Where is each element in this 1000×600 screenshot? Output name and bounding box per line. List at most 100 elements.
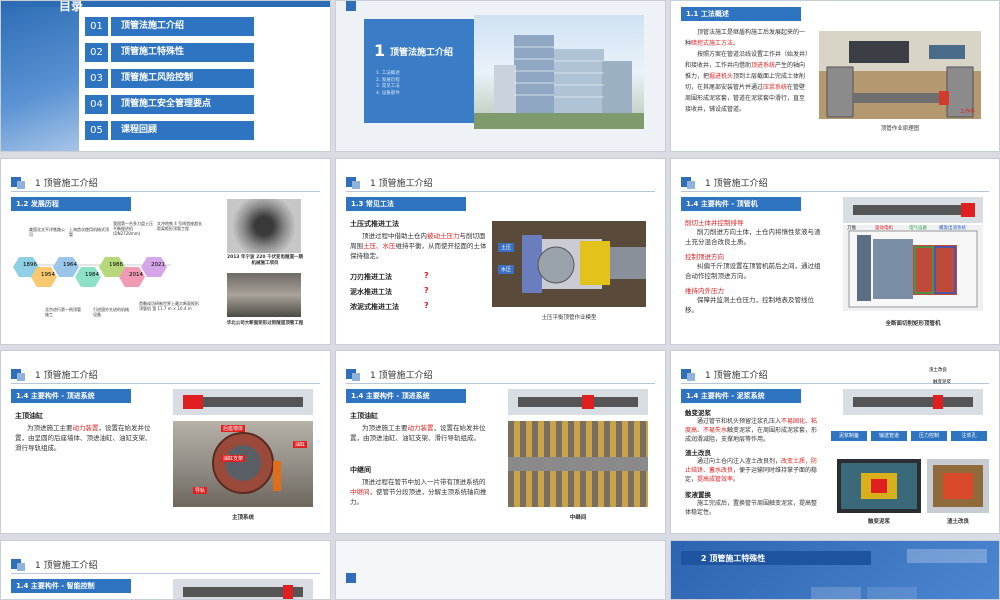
slide-jacking-2[interactable]: 1 顶管施工介绍 1.4 主要构件 - 顶进系统 主顶油缸 为顶进施工主要动力装… — [335, 350, 666, 534]
header-line — [11, 191, 320, 192]
mud-t3: 施工完成后，置换管节周围触变泥浆，提高整体稳定性。 — [685, 500, 818, 516]
section-title-box: 1 顶管法施工介绍 1. 工法概述 2. 发展历程 3. 常见工法 4. 设备部… — [364, 19, 474, 123]
mud-top-label-2: 触变泥浆 — [933, 380, 951, 385]
header-line — [346, 191, 655, 192]
method-1-text: 顶进过程中借助土仓内被动土压力与削切面周围土压、水压维持平衡，从而使开挖面的土体… — [350, 232, 487, 260]
toc-item-5[interactable]: 05 课程回顾 — [85, 121, 254, 140]
slide-jacking-1[interactable]: 1 顶管施工介绍 1.4 主要构件 - 顶进系统 主顶油缸 为顶进施工主要动力装… — [0, 350, 331, 534]
smart-top-view — [173, 579, 313, 599]
slide-machine[interactable]: 1 顶管施工介绍 1.4 主要构件 - 顶管机 削切土体并控制排导 削刀削进方向… — [670, 158, 1000, 345]
mud-photo-1 — [837, 459, 921, 513]
tag-jacking-2: 1.4 主要构件 - 顶进系统 — [346, 389, 466, 403]
label-oil: 油缸 — [293, 441, 308, 448]
contents-subtitle: CONTENTS — [127, 0, 184, 8]
toc-item-1[interactable]: 01 顶管法施工介绍 — [85, 17, 254, 36]
label-well: 工作井 — [959, 109, 975, 115]
methods-caption: 土压平衡顶管作业模型 — [541, 315, 597, 321]
method-1-title: 土压式推进工法 — [350, 220, 399, 228]
overview-text: 顶管法施工是继盾构施工后发展起来的一种暗挖式施工方法。 — [685, 29, 806, 47]
jacking-photo: 后座墙体 油缸支架 油缸 导轨 — [173, 421, 313, 507]
corner-square — [346, 573, 356, 583]
btn-grout-hole[interactable]: 注浆孔 — [951, 431, 987, 441]
year-2021: 2021 — [151, 262, 165, 268]
tag-smart: 1.4 主要构件 - 智能控制 — [11, 579, 131, 593]
header-line — [11, 573, 320, 574]
jacking-caption: 主顶系统 — [231, 515, 254, 521]
slide-section-1[interactable]: 1 顶管法施工介绍 1. 工法概述 2. 发展历程 3. 常见工法 4. 设备部… — [335, 0, 666, 152]
method-3-question: ? — [424, 286, 429, 295]
history-note-7: 首颗成功研制世界上最大断面矩形顶管机 宽 11.7 m × 10.4 m — [139, 301, 199, 311]
history-caption-2: 华北公司大断面矩形过街隧道顶管工程 — [226, 321, 304, 326]
method-3-title: 泥水推进工法 — [350, 288, 392, 296]
tunnel-photo-2 — [227, 273, 301, 317]
tag-jacking: 1.4 主要构件 - 顶进系统 — [11, 389, 131, 403]
toc-item-2[interactable]: 02 顶管施工特殊性 — [85, 43, 254, 62]
mud-caption-1: 触变泥浆 — [867, 519, 890, 525]
slide-methods[interactable]: 1 顶管施工介绍 1.3 常见工法 土压式推进工法 顶进过程中借助土仓内被动土压… — [335, 158, 666, 345]
section2-panel-2 — [867, 587, 917, 599]
intermediate-station-text: 顶进过程在管节中加入一片带有顶进系统的中继间，使管节分段顶进，分解主顶系统轴向推… — [350, 478, 487, 506]
header: 1 顶管施工介绍 — [11, 365, 98, 383]
header: 1 顶管施工介绍 — [346, 365, 433, 383]
year-1896: 1896 — [23, 262, 37, 268]
building-photo — [474, 15, 644, 129]
header: 1 顶管施工介绍 — [681, 173, 768, 191]
mud-caption-2: 渣土改良 — [946, 519, 969, 525]
header-line — [681, 191, 989, 192]
machine-t3: 保障并监测土仓压力，控制地表及管线位移。 — [685, 296, 814, 314]
year-1954: 1954 — [41, 272, 55, 278]
building-illustration — [474, 35, 644, 129]
tag-overview: 1.1 工法概述 — [681, 7, 801, 21]
slide-smart-control[interactable]: 1 顶管施工介绍 1.4 主要构件 - 智能控制 — [0, 540, 331, 600]
slide-overview[interactable]: 1.1 工法概述 顶管法施工是继盾构施工后发展起来的一种暗挖式施工方法。 按照方… — [670, 0, 1000, 152]
slide-contents[interactable]: 目录 CONTENTS 01 顶管法施工介绍 02 顶管施工特殊性 03 顶管施工风险… — [0, 0, 331, 152]
jacking2-heading: 主顶油缸 — [350, 412, 378, 420]
label-back-wall: 后座墙体 — [221, 425, 246, 432]
label-drive-motor: 驱动电机 — [875, 226, 893, 231]
overview-diagram: 工作井 — [819, 31, 981, 119]
mud-top-label-1: 渣土改良 — [929, 368, 947, 373]
btn-pipe[interactable]: 输送管道 — [871, 431, 907, 441]
tag-history: 1.2 发展历程 — [11, 197, 131, 211]
section-subitems: 1. 工法概述 2. 发展历程 3. 常见工法 4. 设备部件 — [376, 71, 400, 96]
section-title: 顶管法施工介绍 — [390, 48, 454, 58]
mud-top-view — [843, 389, 983, 415]
slide-mud-system[interactable]: 1 顶管施工介绍 1.4 主要构件 - 泥浆系统 触变泥浆 通过管节和机头预留注… — [670, 350, 1000, 534]
overview-text-2: 按照方案在管道沿线设置工作井（始发井）和接收井，工作井内借助顶进系统产生的轴向推… — [685, 51, 809, 113]
tbm-illustration: 刀盘 驱动电机 电气设备 螺旋出渣系统 — [843, 225, 983, 311]
tag-mud: 1.4 主要构件 - 泥浆系统 — [681, 389, 801, 403]
jacking-top-view — [173, 389, 313, 415]
tag-methods: 1.3 常见工法 — [346, 197, 466, 211]
label-screw-conveyor: 螺旋出渣系统 — [939, 226, 966, 231]
corner-square — [346, 1, 356, 11]
jacking2-caption: 中继间 — [569, 515, 587, 521]
section2-panel-1 — [811, 587, 861, 599]
intermediate-station-heading: 中继间 — [350, 466, 371, 474]
contents-title: 目录 — [59, 0, 84, 13]
epb-model-illustration: 土压 水压 — [492, 221, 646, 307]
toc-item-3[interactable]: 03 顶管施工风险控制 — [85, 69, 254, 88]
toc-item-4[interactable]: 04 顶管施工安全管理要点 — [85, 95, 254, 114]
slide-section-2[interactable]: 2 顶管施工特殊性 — [670, 540, 1000, 600]
jacking2-top-view — [508, 389, 648, 415]
method-4-title: 浓泥式推进工法 — [350, 303, 399, 311]
history-note-2: 上海首次使用机械式顶管 — [69, 227, 109, 237]
slide-partial-blank[interactable] — [335, 540, 666, 600]
contents-left-panel — [1, 1, 79, 151]
year-1988: 1988 — [109, 262, 123, 268]
label-cylinder-bracket: 油缸支架 — [221, 455, 246, 462]
label-soil-pressure: 土压 — [498, 243, 515, 252]
tag-machine: 1.4 主要构件 - 顶管机 — [681, 197, 801, 211]
header: 1 顶管施工介绍 — [11, 173, 98, 191]
label-water-pressure: 水压 — [498, 265, 515, 274]
mud-t2: 通过向土仓内注入渣土改良剂，改变土质，防止结饼、蓄水改良，便于运输同时维持掌子面… — [685, 458, 818, 483]
machine-r3: 维持内外压力 — [685, 287, 724, 295]
slide-history[interactable]: 1 顶管施工介绍 1.2 发展历程 1896 1964 1988 2021 19… — [0, 158, 331, 345]
machine-t1: 削刀削进方向土体，土仓内将惰性浆液与渣土充分混合改良土质。 — [685, 228, 821, 246]
year-2014: 2014 — [129, 272, 143, 278]
machine-caption: 全断面切削矩形顶管机 — [885, 321, 941, 327]
btn-mud-prep[interactable]: 泥浆制备 — [831, 431, 867, 441]
method-2-question: ? — [424, 271, 429, 280]
btn-pressure[interactable]: 压力控制 — [911, 431, 947, 441]
machine-r2: 控制顶进方向 — [685, 253, 724, 261]
